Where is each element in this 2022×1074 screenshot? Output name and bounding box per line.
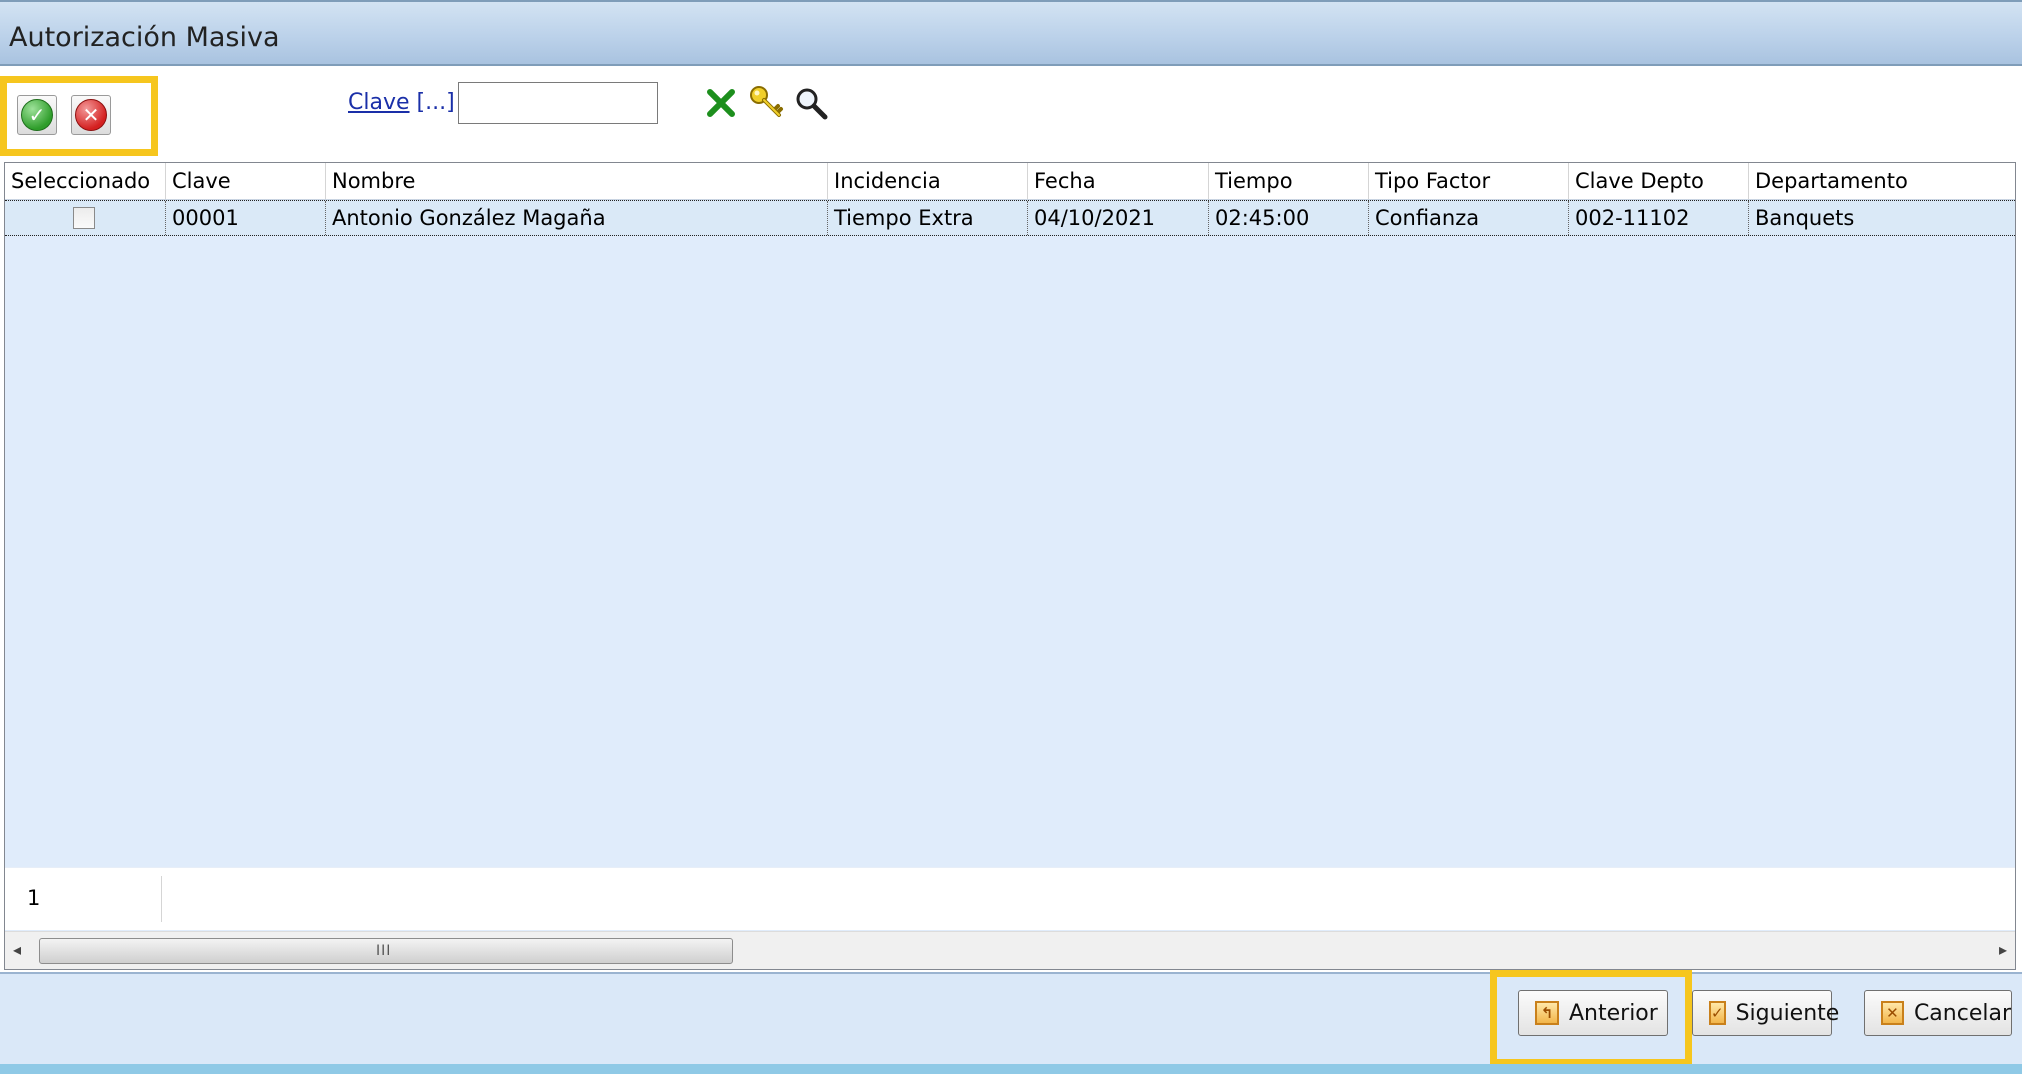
column-header-clave-depto[interactable]: Clave Depto xyxy=(1569,163,1749,199)
key-icon[interactable] xyxy=(748,84,784,120)
cancel-x-icon: ✕ xyxy=(1881,1001,1904,1025)
cancelar-label: Cancelar xyxy=(1913,1000,2011,1026)
column-header-fecha[interactable]: Fecha xyxy=(1028,163,1209,199)
cell-clave-depto: 002-11102 xyxy=(1569,201,1749,235)
cell-tipo-factor: Confianza xyxy=(1369,201,1569,235)
clear-x-icon[interactable] xyxy=(706,88,736,118)
cell-clave: 00001 xyxy=(166,201,326,235)
accept-button[interactable]: ✓ xyxy=(17,95,57,135)
column-header-clave[interactable]: Clave xyxy=(166,163,326,199)
navigation-bar: ↰ Anterior ✓ Siguiente ✕ Cancelar xyxy=(0,970,2022,1074)
clave-ellipsis: [...] xyxy=(416,90,455,115)
cell-seleccionado xyxy=(5,201,166,235)
horizontal-scrollbar[interactable]: ◂ III ▸ xyxy=(5,931,2015,969)
cancelar-button[interactable]: ✕ Cancelar xyxy=(1864,990,2012,1036)
cell-departamento: Banquets xyxy=(1755,206,1855,230)
anterior-button[interactable]: ↰ Anterior xyxy=(1518,990,1668,1036)
reject-button[interactable]: ✕ xyxy=(71,95,111,135)
scroll-left-arrow-icon[interactable]: ◂ xyxy=(13,940,21,959)
clave-lookup-link[interactable]: Clave [...] xyxy=(348,90,455,115)
grid-footer: 1 xyxy=(5,867,2015,930)
siguiente-label: Siguiente xyxy=(1735,1000,1840,1026)
cell-incidencia: Tiempo Extra xyxy=(828,201,1028,235)
cell-fecha: 04/10/2021 xyxy=(1028,201,1209,235)
column-header-incidencia[interactable]: Incidencia xyxy=(828,163,1028,199)
anterior-label: Anterior xyxy=(1569,1000,1658,1026)
bottom-accent-line xyxy=(0,1064,2022,1074)
footer-divider xyxy=(161,876,162,922)
toolbar: ✓ ✕ xyxy=(0,68,2022,160)
column-header-tipo-factor[interactable]: Tipo Factor xyxy=(1369,163,1569,199)
cell-nombre: Antonio González Magaña xyxy=(326,201,828,235)
back-arrow-icon: ↰ xyxy=(1535,1001,1559,1025)
authorization-grid: Seleccionado Clave Nombre Incidencia Fec… xyxy=(4,162,2016,970)
close-icon: ✕ xyxy=(75,99,107,131)
clave-label: Clave xyxy=(348,90,410,115)
window-title: Autorización Masiva xyxy=(9,22,280,53)
title-bar: Autorización Masiva xyxy=(0,0,2022,66)
scroll-right-arrow-icon[interactable]: ▸ xyxy=(1999,940,2007,959)
clave-search-input[interactable] xyxy=(458,82,658,124)
column-header-departamento[interactable]: Departamento xyxy=(1749,163,2015,199)
scrollbar-thumb[interactable]: III xyxy=(39,938,733,964)
magnifier-icon[interactable] xyxy=(794,86,828,120)
column-header-tiempo[interactable]: Tiempo xyxy=(1209,163,1369,199)
scroll-grip-icon: III xyxy=(376,943,392,959)
row-select-checkbox[interactable] xyxy=(73,207,95,229)
column-header-nombre[interactable]: Nombre xyxy=(326,163,828,199)
cell-tiempo: 02:45:00 xyxy=(1209,201,1369,235)
siguiente-button[interactable]: ✓ Siguiente xyxy=(1692,990,1839,1036)
table-row[interactable]: 00001 Antonio González Magaña Tiempo Ext… xyxy=(5,200,2015,236)
check-icon: ✓ xyxy=(21,99,53,131)
column-header-seleccionado[interactable]: Seleccionado xyxy=(5,163,166,199)
check-box-icon: ✓ xyxy=(1709,1001,1726,1025)
grid-header: Seleccionado Clave Nombre Incidencia Fec… xyxy=(5,163,2015,200)
record-count: 1 xyxy=(27,886,41,910)
